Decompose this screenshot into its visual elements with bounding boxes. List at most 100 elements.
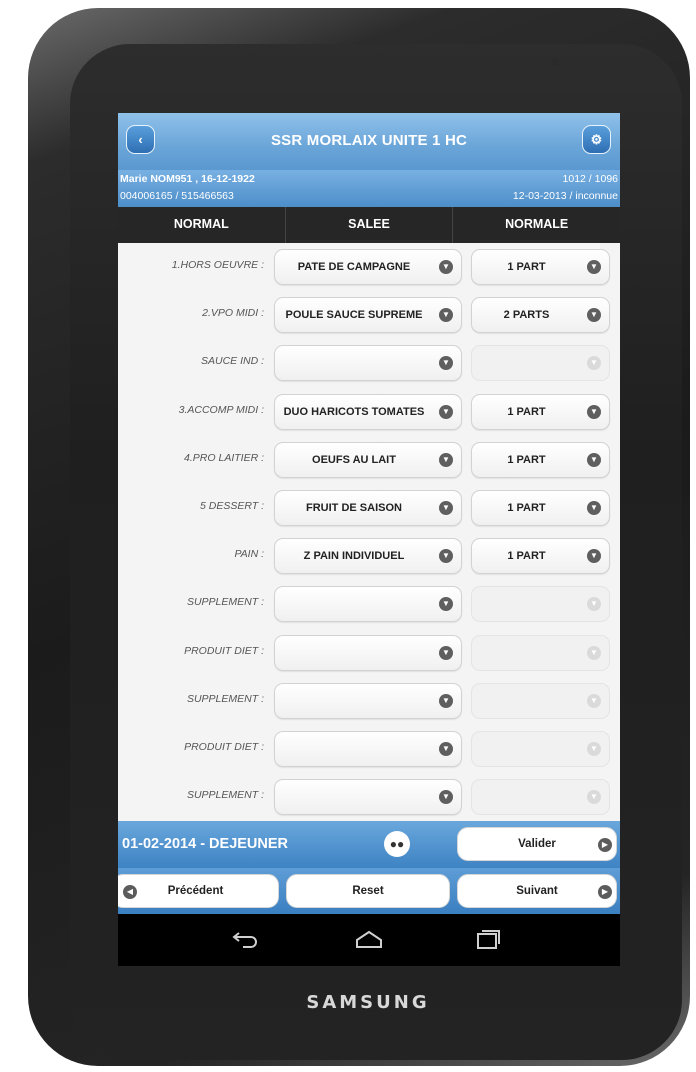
item-select[interactable]: PATE DE CAMPAGNE ▼ xyxy=(274,249,462,285)
chevron-left-icon: ‹ xyxy=(138,132,143,147)
gear-icon: ⚙ xyxy=(590,131,603,147)
row-label: SUPPLEMENT : xyxy=(186,596,264,609)
row-label: SUPPLEMENT : xyxy=(186,692,264,705)
next-button[interactable]: Suivant ▶ xyxy=(457,874,617,908)
patient-name: Marie NOM951 , 16-12-1922 xyxy=(120,173,255,185)
patient-date-status: 12-03-2013 / inconnue xyxy=(512,190,618,202)
row-label: 4.PRO LAITIER : xyxy=(184,451,264,464)
item-select-value: PATE DE CAMPAGNE xyxy=(297,261,411,273)
chevron-down-icon: ▼ xyxy=(587,597,601,612)
item-select[interactable]: ▼ xyxy=(274,586,462,623)
portion-select: ▼ xyxy=(471,731,610,767)
item-select[interactable]: ▼ xyxy=(274,731,462,767)
column-headers: NORMAL SALEE NORMALE xyxy=(118,207,620,243)
item-select-value: Z PAIN INDIVIDUEL xyxy=(303,550,405,563)
portion-select[interactable]: 1 PART ▼ xyxy=(471,538,610,575)
portion-select-value: 1 PART xyxy=(507,261,546,273)
item-select[interactable]: ▼ xyxy=(274,682,462,719)
row-label: SUPPLEMENT : xyxy=(186,789,264,802)
reset-button[interactable]: Reset xyxy=(286,874,450,908)
row-label: PAIN : xyxy=(234,548,264,561)
device-brand: SAMSUNG xyxy=(306,992,430,1013)
item-select[interactable]: DUO HARICOTS TOMATES ▼ xyxy=(274,393,462,430)
item-select-value: POULE SAUCE SUPREME xyxy=(285,309,423,322)
item-select-value: DUO HARICOTS TOMATES xyxy=(283,405,425,418)
chevron-right-icon: ▶ xyxy=(598,838,612,852)
form-row: PRODUIT DIET : ▼ ▼ xyxy=(118,727,620,773)
portion-select: ▼ xyxy=(471,586,610,623)
settings-button[interactable]: ⚙ xyxy=(582,125,611,154)
chevron-down-icon: ▼ xyxy=(439,356,453,371)
column-header: NORMAL xyxy=(118,207,286,243)
form-row: 2.VPO MIDI : POULE SAUCE SUPREME ▼ 2 PARTS ▼ xyxy=(118,293,620,339)
chevron-down-icon: ▼ xyxy=(587,790,601,805)
chevron-down-icon: ▼ xyxy=(439,693,453,708)
item-select-value: FRUIT DE SAISON xyxy=(306,502,402,514)
back-icon[interactable] xyxy=(231,928,259,950)
portion-select: ▼ xyxy=(471,345,610,382)
chevron-down-icon: ▼ xyxy=(439,549,453,564)
chevron-down-icon: ▼ xyxy=(439,452,453,467)
portion-select[interactable]: 1 PART ▼ xyxy=(471,490,610,526)
item-select[interactable]: ▼ xyxy=(274,345,462,382)
android-nav-bar xyxy=(118,914,620,966)
meal-bar: 01-02-2014 - DEJEUNER ●● Valider ▶ xyxy=(118,821,620,868)
validate-button[interactable]: Valider ▶ xyxy=(457,827,617,861)
meal-form: 1.HORS OEUVRE : PATE DE CAMPAGNE ▼ 1 PART ▼ 2… xyxy=(118,243,620,821)
patient-room: 1012 / 1096 xyxy=(562,173,618,185)
row-label: SAUCE IND : xyxy=(200,355,264,368)
back-button[interactable]: ‹ xyxy=(126,125,155,154)
chevron-down-icon: ▼ xyxy=(587,549,601,564)
chevron-down-icon: ▼ xyxy=(439,308,453,323)
row-label: 1.HORS OEUVRE : xyxy=(171,259,264,271)
row-label: 5 DESSERT : xyxy=(200,500,264,512)
form-row: 5 DESSERT : FRUIT DE SAISON ▼ 1 PART ▼ xyxy=(118,486,620,532)
row-label: PRODUIT DIET : xyxy=(184,741,264,753)
portion-select[interactable]: 1 PART ▼ xyxy=(471,393,610,430)
form-row: SUPPLEMENT : ▼ ▼ xyxy=(118,679,620,725)
date-meal-label: 01-02-2014 - DEJEUNER xyxy=(122,836,289,852)
column-header: SALEE xyxy=(286,207,454,243)
portion-select[interactable]: 2 PARTS ▼ xyxy=(471,297,610,334)
row-label: PRODUIT DIET : xyxy=(184,644,264,657)
home-icon[interactable] xyxy=(354,928,384,950)
row-label: 3.ACCOMP MIDI : xyxy=(178,403,264,416)
previous-button[interactable]: ◀ Précédent xyxy=(118,874,279,908)
item-select[interactable]: POULE SAUCE SUPREME ▼ xyxy=(274,297,462,334)
portion-select[interactable]: 1 PART ▼ xyxy=(471,441,610,478)
users-icon[interactable]: ●● xyxy=(384,831,410,857)
portion-select-value: 1 PART xyxy=(507,405,546,418)
item-select[interactable]: ▼ xyxy=(274,779,462,816)
form-row: SUPPLEMENT : ▼ ▼ xyxy=(118,775,620,821)
app-header: ‹ SSR MORLAIX UNITE 1 HC ⚙ xyxy=(118,113,620,170)
column-header: NORMALE xyxy=(505,217,569,231)
portion-select-value: 1 PART xyxy=(507,550,546,563)
row-label: 2.VPO MIDI : xyxy=(202,307,264,320)
chevron-down-icon: ▼ xyxy=(587,693,601,708)
portion-select-value: 2 PARTS xyxy=(503,309,550,322)
item-select[interactable]: FRUIT DE SAISON ▼ xyxy=(274,490,462,526)
navigation-bar: ◀ Précédent Reset Suivant ▶ xyxy=(118,868,620,914)
portion-select: ▼ xyxy=(471,779,610,816)
chevron-down-icon: ▼ xyxy=(587,356,601,371)
item-select-value: OEUFS AU LAIT xyxy=(312,453,396,466)
form-row: 4.PRO LAITIER : OEUFS AU LAIT ▼ 1 PART ▼ xyxy=(118,438,620,484)
patient-info-bar: Marie NOM951 , 16-12-1922 004006165 / 51… xyxy=(118,170,620,207)
portion-select[interactable]: 1 PART ▼ xyxy=(471,249,610,285)
form-row: 1.HORS OEUVRE : PATE DE CAMPAGNE ▼ 1 PART ▼ xyxy=(118,245,620,291)
recent-apps-icon[interactable] xyxy=(475,928,501,950)
portion-select: ▼ xyxy=(471,682,610,719)
chevron-right-icon: ▶ xyxy=(598,885,612,899)
form-row: 3.ACCOMP MIDI : DUO HARICOTS TOMATES ▼ 1 PA… xyxy=(118,390,620,436)
item-select[interactable]: Z PAIN INDIVIDUEL ▼ xyxy=(274,538,462,575)
chevron-down-icon: ▼ xyxy=(587,501,601,515)
chevron-down-icon: ▼ xyxy=(587,742,601,756)
chevron-down-icon: ▼ xyxy=(439,501,453,515)
chevron-down-icon: ▼ xyxy=(439,260,453,274)
chevron-down-icon: ▼ xyxy=(439,597,453,612)
portion-select-value: 1 PART xyxy=(507,453,546,466)
item-select[interactable]: ▼ xyxy=(274,634,462,671)
patient-ids: 004006165 / 515466563 xyxy=(120,190,234,202)
item-select[interactable]: OEUFS AU LAIT ▼ xyxy=(274,441,462,478)
chevron-down-icon: ▼ xyxy=(439,790,453,805)
